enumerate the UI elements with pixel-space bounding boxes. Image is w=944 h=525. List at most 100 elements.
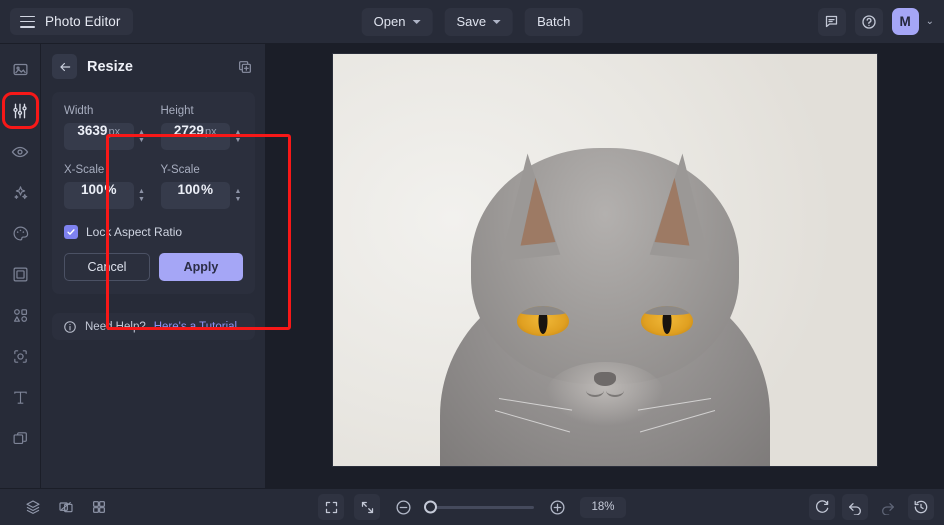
save-button[interactable]: Save (444, 7, 514, 36)
sidebar-item-image[interactable] (7, 56, 34, 83)
height-stepper[interactable]: ▲ ▼ (233, 129, 243, 144)
bottom-right-group (809, 494, 934, 520)
help-button[interactable] (854, 7, 883, 36)
height-field: Height 2729 px ▲ ▼ (160, 105, 244, 150)
sidebar-item-effects-view[interactable] (7, 138, 34, 165)
y-scale-field: Y-Scale 100 % ▲ ▼ (160, 164, 244, 209)
canvas-area[interactable] (266, 44, 944, 488)
top-bar: Photo Editor Open Save Batch M ⌄ (0, 0, 944, 44)
compare-button[interactable] (53, 494, 79, 520)
photo-editor-app: Photo Editor Open Save Batch M ⌄ Resize … (0, 0, 944, 525)
reset-rotate-button[interactable] (809, 494, 835, 520)
lock-aspect-ratio-checkbox[interactable] (64, 225, 78, 239)
width-unit: px (108, 126, 121, 138)
bottom-bar: 18% (0, 488, 944, 525)
open-label: Open (373, 14, 406, 29)
layers-icon (26, 500, 40, 515)
chevron-down-icon (412, 19, 421, 24)
fullscreen-button[interactable] (318, 494, 344, 520)
check-icon (67, 229, 75, 235)
zoom-slider[interactable] (424, 500, 534, 514)
layers-button[interactable] (20, 494, 46, 520)
width-input[interactable]: 3639 px (64, 123, 134, 150)
compare-icon (59, 501, 73, 513)
y-scale-label: Y-Scale (160, 164, 200, 176)
hamburger-icon (20, 15, 35, 28)
sliders-icon (13, 103, 27, 118)
cat-eye-left (517, 306, 569, 336)
zoom-in-icon (549, 499, 565, 515)
cat-mouth-right (606, 384, 624, 397)
undo-icon (849, 503, 861, 515)
cat-photo (440, 74, 770, 466)
history-button[interactable] (908, 494, 934, 520)
sidebar-item-retouch[interactable] (7, 343, 34, 370)
y-scale-stepper[interactable]: ▲ ▼ (233, 188, 243, 203)
arrow-left-icon (59, 62, 70, 71)
sidebar-item-adjust[interactable] (1, 92, 39, 129)
undo-button[interactable] (842, 494, 868, 520)
panel-header: Resize (41, 44, 265, 87)
avatar-chevron-down-icon[interactable]: ⌄ (926, 16, 934, 27)
chevron-down-icon (493, 19, 502, 24)
sidebar-item-text[interactable] (7, 384, 34, 411)
cat-eyelid-right (641, 306, 693, 315)
duplicate-button[interactable] (237, 59, 253, 75)
tutorial-link[interactable]: Here's a Tutorial (154, 321, 237, 333)
layers-stack-icon (13, 432, 27, 445)
save-label: Save (456, 14, 487, 29)
x-scale-input[interactable]: 100 % (64, 182, 134, 209)
sidebar-item-shapes[interactable] (7, 302, 34, 329)
lock-aspect-ratio-label: Lock Aspect Ratio (86, 225, 183, 239)
fit-screen-button[interactable] (354, 494, 380, 520)
batch-button[interactable]: Batch (525, 7, 583, 36)
fullscreen-icon (325, 501, 337, 513)
lock-aspect-ratio-row[interactable]: Lock Aspect Ratio (64, 225, 243, 239)
height-input[interactable]: 2729 px (160, 123, 230, 150)
sidebar-item-color[interactable] (7, 220, 34, 247)
zoom-controls: 18% (318, 494, 626, 520)
x-scale-label: X-Scale (64, 164, 105, 176)
width-stepper[interactable]: ▲ ▼ (137, 129, 147, 144)
tool-rail (0, 44, 41, 488)
width-value: 3639 (77, 123, 108, 138)
zoom-out-button[interactable] (390, 494, 416, 520)
grid-button[interactable] (86, 494, 112, 520)
main-body: Resize Width 3639 px ▲ ▼ Height 2729 px … (0, 44, 944, 488)
y-scale-input[interactable]: 100 % (160, 182, 230, 209)
width-label: Width (64, 105, 94, 117)
info-circle-icon (64, 320, 76, 333)
photo-canvas[interactable] (333, 54, 877, 466)
app-menu-button[interactable]: Photo Editor (10, 8, 133, 35)
cat-eye-right (641, 306, 693, 336)
sidebar-item-enhance[interactable] (7, 179, 34, 206)
feedback-button[interactable] (817, 7, 846, 36)
eye-icon (11, 146, 29, 157)
cancel-button[interactable]: Cancel (64, 253, 150, 281)
scale-field-row: X-Scale 100 % ▲ ▼ Y-Scale 100 % ▲ ▼ (64, 164, 243, 209)
avatar[interactable]: M (891, 8, 919, 35)
sidebar-item-frame[interactable] (7, 261, 34, 288)
width-field: Width 3639 px ▲ ▼ (64, 105, 147, 150)
help-tutorial-card[interactable]: Need Help? Here's a Tutorial (52, 313, 255, 340)
back-button[interactable] (52, 54, 77, 79)
reset-rotate-icon (816, 500, 829, 513)
apply-button[interactable]: Apply (159, 253, 243, 281)
height-unit: px (204, 126, 217, 138)
duplicate-icon (239, 60, 251, 73)
y-scale-unit: % (201, 182, 214, 197)
retouch-icon (13, 350, 27, 363)
grid-icon (93, 501, 105, 513)
image-icon (12, 63, 28, 76)
zoom-in-button[interactable] (544, 494, 570, 520)
zoom-level-value[interactable]: 18% (580, 496, 626, 518)
open-button[interactable]: Open (361, 7, 433, 36)
cat-ear-inner-left (513, 176, 556, 246)
shapes-icon (13, 309, 27, 322)
x-scale-stepper[interactable]: ▲ ▼ (137, 188, 147, 203)
bottom-left-group (20, 494, 112, 520)
redo-button[interactable] (875, 494, 901, 520)
zoom-slider-handle[interactable] (424, 500, 437, 514)
sidebar-item-layers-panel[interactable] (7, 425, 34, 452)
